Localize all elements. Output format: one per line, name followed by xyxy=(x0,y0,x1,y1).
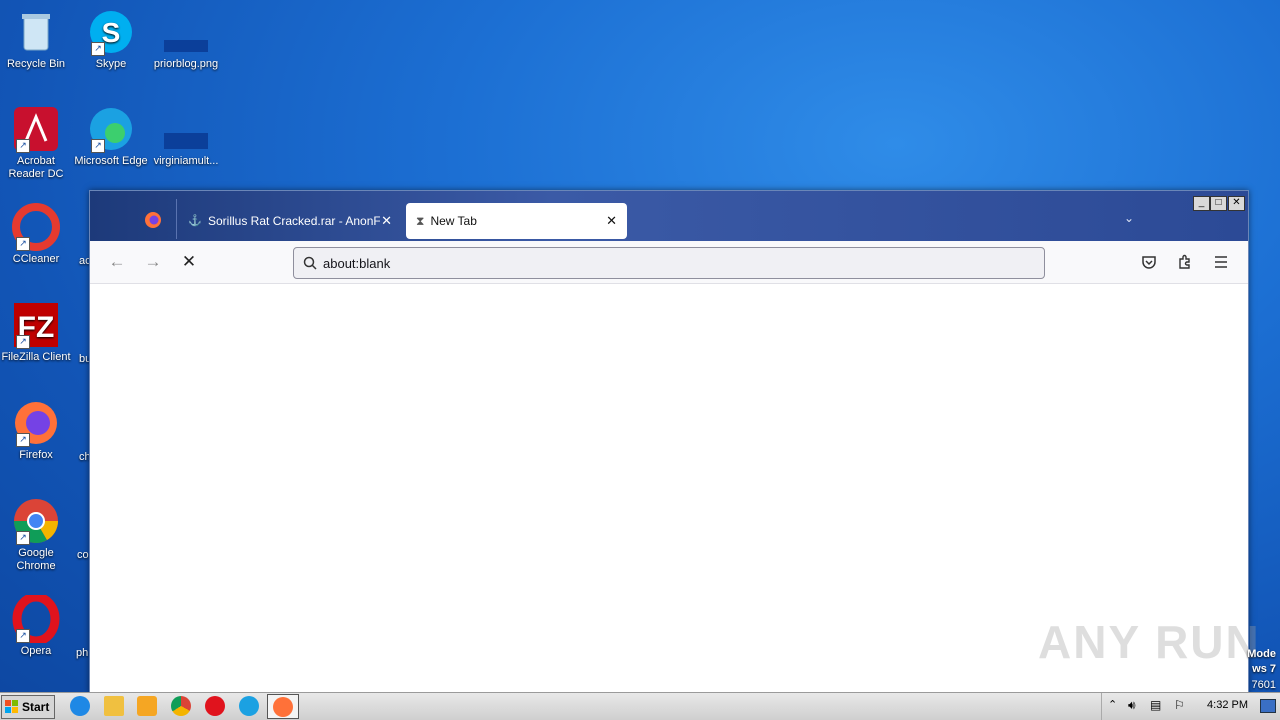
url-text[interactable]: about:blank xyxy=(323,256,390,271)
volume-icon[interactable]: 🔊︎ xyxy=(1128,698,1136,713)
close-window-button[interactable]: ✕ xyxy=(1228,196,1245,211)
desktop-icon-edge[interactable]: ↗ Microsoft Edge xyxy=(73,105,149,168)
pocket-button[interactable] xyxy=(1137,250,1161,274)
taskbar-firefox-button[interactable] xyxy=(267,694,299,719)
desktop-icon-firefox[interactable]: ↗ Firefox xyxy=(0,399,74,462)
desktop-icon-opera[interactable]: ↗ Opera xyxy=(0,592,74,658)
minimize-button[interactable]: _ xyxy=(1193,196,1210,211)
tab-title: Sorillus Rat Cracked.rar - AnonFiles xyxy=(208,213,380,228)
start-label: Start xyxy=(22,700,50,714)
arrow-right-icon: → xyxy=(144,252,162,271)
desktop-icon-chrome[interactable]: ↗ Google Chrome xyxy=(0,497,74,573)
anonfiles-favicon-icon: ⚓ xyxy=(188,214,202,227)
tab-new-tab[interactable]: ⧗ New Tab ✕ xyxy=(406,203,627,239)
desktop-mode-text: Mode xyxy=(1247,648,1276,660)
desktop-icon-ccleaner[interactable]: ↗ CCleaner xyxy=(0,203,74,266)
desktop-os-text: ws 7 xyxy=(1252,663,1276,675)
loading-hourglass-icon: ⧗ xyxy=(416,213,425,228)
close-icon: ✕ xyxy=(181,252,197,271)
firefox-view-button[interactable] xyxy=(144,211,162,229)
puzzle-icon xyxy=(1179,254,1190,269)
clock[interactable]: 4:32 PM xyxy=(1207,699,1248,711)
system-tray: ⌃ 🔊︎ ▤ ⚐ 4:32 PM xyxy=(1101,693,1280,720)
chrome-icon: ↗ xyxy=(12,497,60,545)
desktop-icon-label: virginiamult... xyxy=(153,155,219,167)
edge-icon: ↗ xyxy=(87,105,135,153)
partial-icon-label: co xyxy=(77,549,89,561)
search-icon xyxy=(303,256,317,270)
opera-icon: ↗ xyxy=(12,592,60,646)
show-desktop-icon[interactable] xyxy=(1260,699,1276,713)
desktop-icon-label: Skype xyxy=(95,58,127,70)
close-tab-icon[interactable]: ✕ xyxy=(381,213,392,229)
desktop-icon-label: FileZilla Client xyxy=(1,351,71,363)
skype-icon: S ↗ xyxy=(87,8,135,56)
action-center-flag-icon[interactable]: ⚐ xyxy=(1174,698,1185,712)
show-hidden-icons-icon[interactable]: ⌃ xyxy=(1108,698,1117,711)
taskbar: Start ⌃ 🔊︎ ▤ ⚐ 4:32 PM xyxy=(0,692,1280,720)
image-file-icon xyxy=(162,8,210,56)
tab-anonfiles[interactable]: ⚓ Sorillus Rat Cracked.rar - AnonFiles ✕ xyxy=(188,203,392,238)
windows-logo-icon xyxy=(5,700,19,714)
file-icon xyxy=(162,105,210,153)
taskbar-firefox-icon xyxy=(273,697,293,717)
tab-strip: _ □ ✕ ⚓ Sorillus Rat Cracked.rar - AnonF… xyxy=(90,191,1248,241)
desktop-icon-recycle-bin[interactable]: Recycle Bin xyxy=(0,8,74,71)
taskbar-explorer-icon[interactable] xyxy=(104,696,124,716)
desktop-icon-label: priorblog.png xyxy=(153,58,219,70)
recycle-bin-icon xyxy=(12,8,60,56)
desktop-icon-label: Google Chrome xyxy=(16,547,56,572)
taskbar-edge-icon[interactable] xyxy=(239,696,259,716)
desktop-icon-virginiamult[interactable]: virginiamult... xyxy=(148,105,224,168)
desktop-icon-label: Opera xyxy=(20,645,52,657)
maximize-button[interactable]: □ xyxy=(1210,196,1227,211)
anyrun-watermark: ANY RUN xyxy=(1038,616,1261,668)
arrow-left-icon: ← xyxy=(108,252,126,271)
close-tab-icon[interactable]: ✕ xyxy=(606,213,617,229)
network-icon[interactable]: ▤ xyxy=(1150,698,1161,712)
desktop-icon-label: Recycle Bin xyxy=(6,58,66,70)
taskbar-opera-icon[interactable] xyxy=(205,696,225,716)
filezilla-icon: FZ ↗ xyxy=(12,301,60,349)
desktop-icon-priorblog[interactable]: priorblog.png xyxy=(148,8,224,71)
taskbar-media-player-icon[interactable] xyxy=(137,696,157,716)
desktop-icon-filezilla[interactable]: FZ ↗ FileZilla Client xyxy=(0,301,74,364)
desktop-icon-acrobat[interactable]: ↗ Acrobat Reader DC xyxy=(0,105,74,181)
tab-divider xyxy=(176,199,177,239)
extensions-button[interactable] xyxy=(1173,250,1197,274)
firefox-logo-icon xyxy=(145,212,161,228)
desktop-icon-skype[interactable]: S ↗ Skype xyxy=(73,8,149,71)
address-bar[interactable]: about:blank xyxy=(293,247,1045,279)
taskbar-chrome-icon[interactable] xyxy=(171,696,191,716)
pocket-icon xyxy=(1142,256,1156,269)
tab-title: New Tab xyxy=(430,214,477,228)
chevron-down-icon: ⌄ xyxy=(1124,211,1135,225)
menu-button[interactable] xyxy=(1209,250,1233,274)
hamburger-menu-icon xyxy=(1215,256,1227,268)
taskbar-ie-icon[interactable] xyxy=(70,696,90,716)
firefox-icon: ↗ xyxy=(12,399,60,447)
navigation-toolbar: ← → ✕ about:blank xyxy=(90,241,1248,284)
desktop-icon-label: Acrobat Reader DC xyxy=(8,155,64,180)
partial-icon-label: ph xyxy=(76,647,89,659)
acrobat-icon: ↗ xyxy=(12,105,60,153)
desktop-icon-label: Microsoft Edge xyxy=(74,155,148,167)
desktop-icon-label: Firefox xyxy=(19,449,53,461)
forward-button[interactable]: → xyxy=(141,250,165,274)
stop-button[interactable]: ✕ xyxy=(177,250,201,274)
desktop-icon-label: CCleaner xyxy=(12,253,60,265)
ccleaner-icon: ↗ xyxy=(12,203,60,251)
list-all-tabs-button[interactable]: ⌄ xyxy=(1124,211,1134,225)
desktop-build-text: 7601 xyxy=(1251,679,1276,691)
back-button[interactable]: ← xyxy=(105,250,129,274)
start-button[interactable]: Start xyxy=(1,695,55,719)
